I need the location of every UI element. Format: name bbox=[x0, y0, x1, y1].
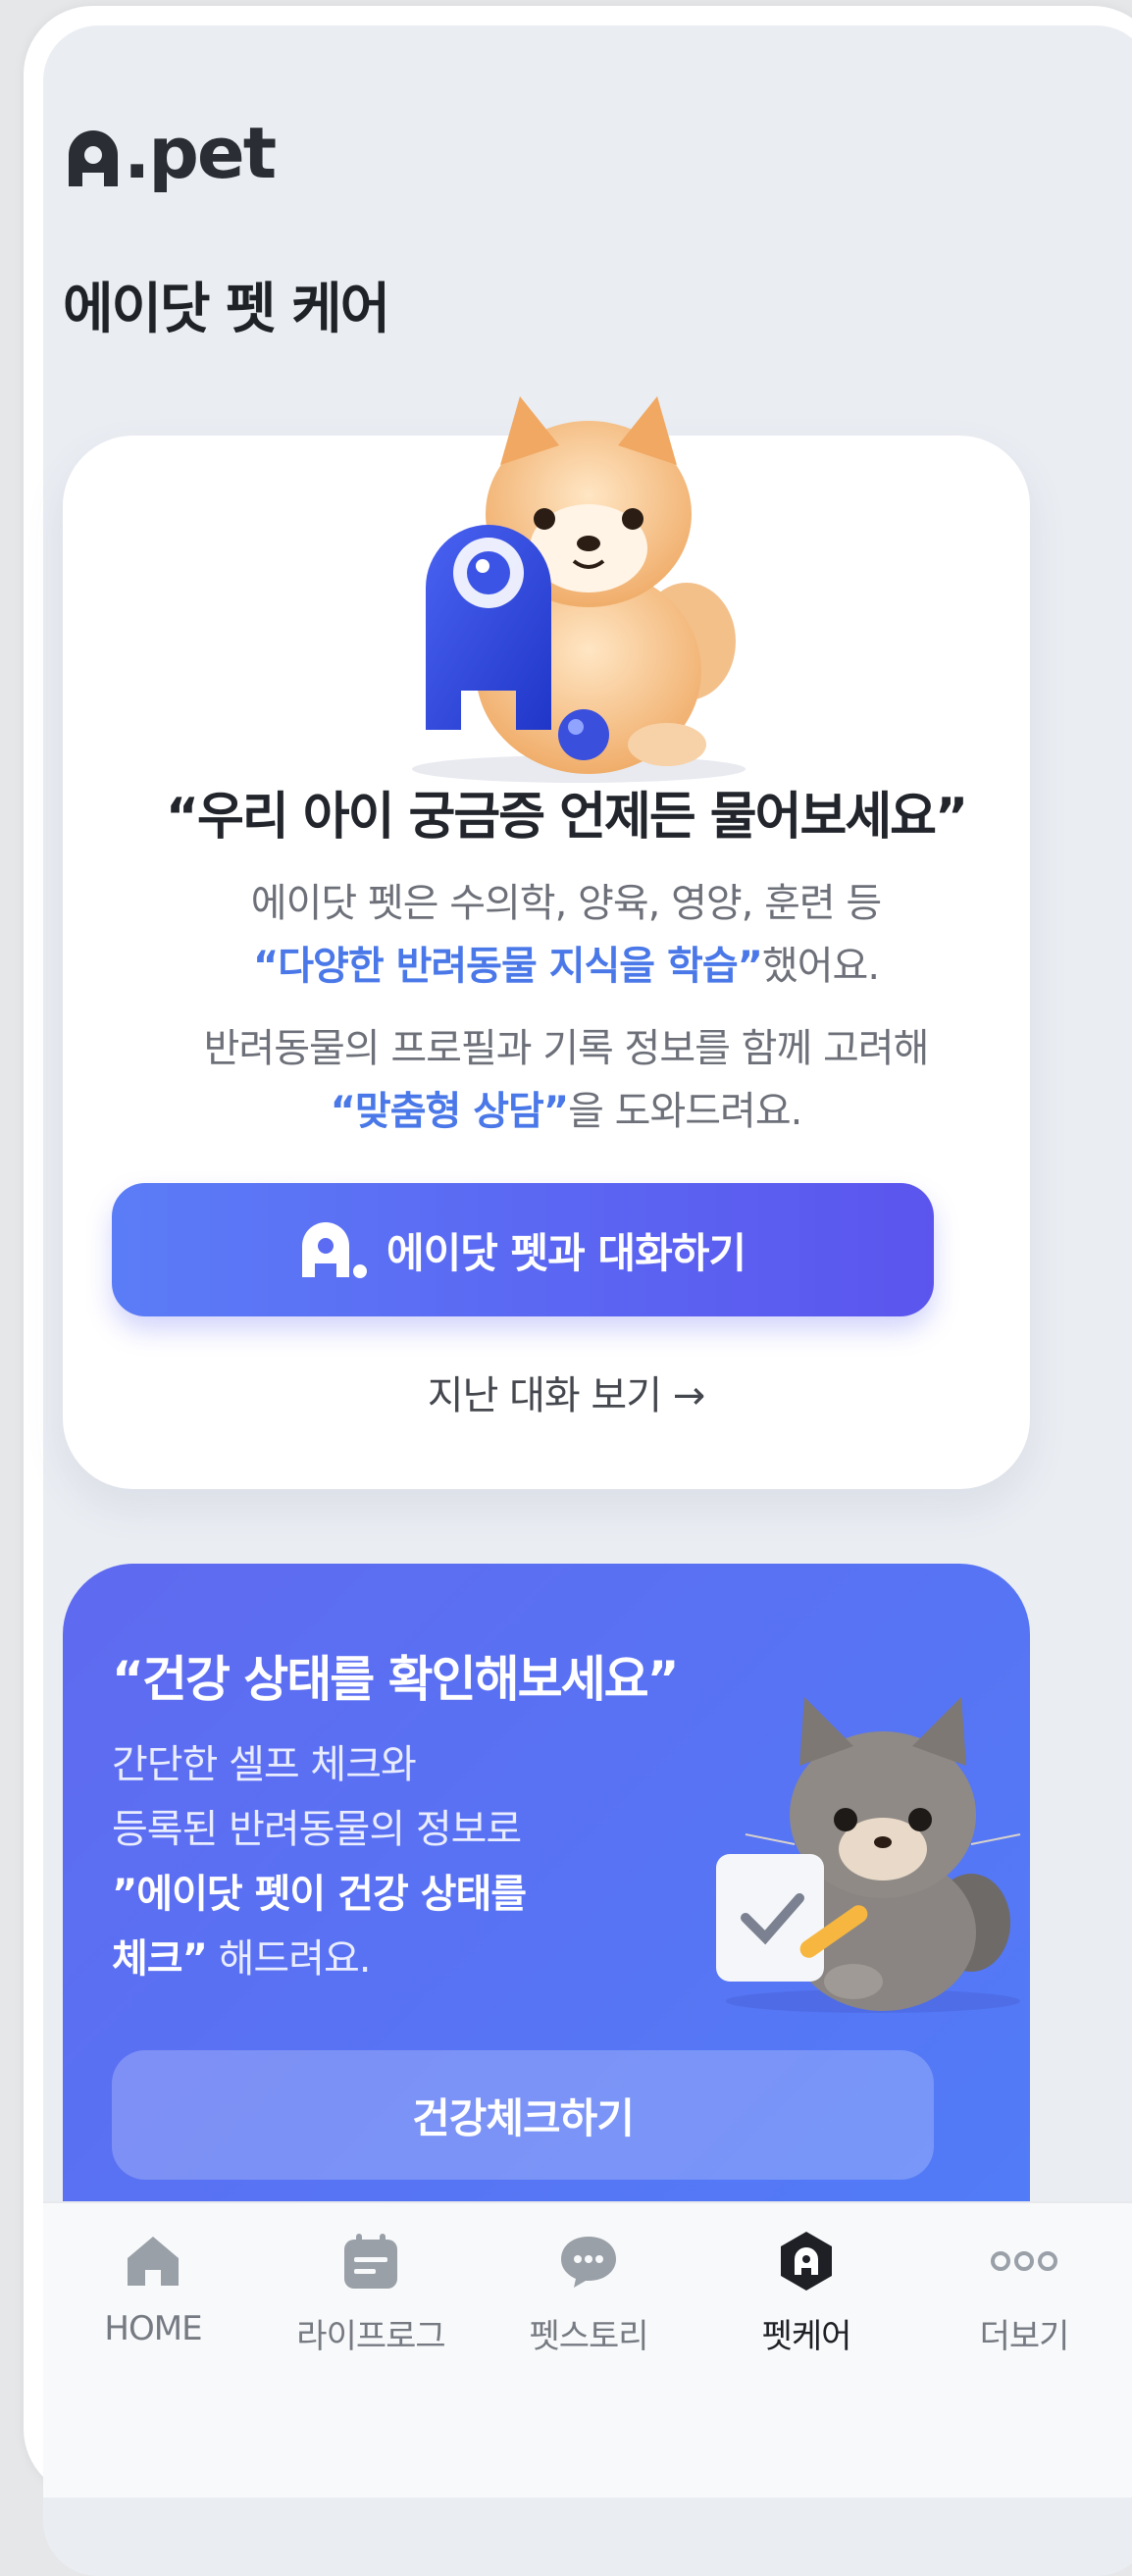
lifelog-icon bbox=[273, 2227, 469, 2295]
tab-petcare-label: 펫케어 bbox=[761, 2317, 852, 2356]
health-card-line4: 체크” 해드려요. bbox=[112, 1927, 622, 1991]
health-card-headline: “건강 상태를 확인해보세요” bbox=[112, 1651, 680, 1708]
health-card-line1: 간단한 셀프 체크와 bbox=[112, 1742, 417, 1787]
petcare-icon bbox=[708, 2227, 904, 2295]
page-title: 에이닷 펫 케어 bbox=[63, 278, 390, 341]
ai-card-line4: “맞춤형 상담”을 도와드려요. bbox=[0, 1079, 1132, 1136]
health-card-description: 간단한 셀프 체크와 등록된 반려동물의 정보로 ”에이닷 펫이 건강 상태를 … bbox=[112, 1732, 622, 1991]
health-card-line3: ”에이닷 펫이 건강 상태를 bbox=[112, 1862, 622, 1927]
tab-petstory-label: 펫스토리 bbox=[529, 2317, 648, 2356]
health-card-line4-bold: 체크” bbox=[112, 1936, 208, 1982]
ai-card-headline: “우리 아이 궁금증 언제든 물어보세요” bbox=[165, 788, 968, 847]
health-check-button[interactable]: 건강체크하기 bbox=[112, 2050, 934, 2180]
logo-wordmark: .pet bbox=[124, 112, 277, 194]
health-card-line4-rest: 해드려요. bbox=[206, 1936, 372, 1982]
bottom-tab-bar: HOME 라이프로그 펫스토리 펫케어 더보기 bbox=[43, 2201, 1132, 2498]
tab-lifelog[interactable]: 라이프로그 bbox=[273, 2227, 469, 2357]
ai-card-line2-highlight: “다양한 반려동물 지식을 학습” bbox=[252, 944, 763, 989]
chat-button-label: 에이닷 펫과 대화하기 bbox=[386, 1228, 746, 1277]
ai-card-line4-rest: 을 도와드려요. bbox=[568, 1089, 802, 1134]
tab-home[interactable]: HOME bbox=[55, 2227, 251, 2348]
chat-bubble-icon bbox=[490, 2227, 687, 2295]
apet-logo: .pet bbox=[65, 112, 277, 194]
ai-card-line4-highlight: “맞춤형 상담” bbox=[330, 1089, 570, 1134]
apet-logo-mark-icon bbox=[69, 130, 118, 186]
more-icon bbox=[926, 2227, 1122, 2295]
tab-more[interactable]: 더보기 bbox=[926, 2227, 1122, 2357]
tab-home-label: HOME bbox=[104, 2309, 202, 2348]
chat-with-apet-button[interactable]: 에이닷 펫과 대화하기 bbox=[112, 1183, 934, 1316]
apet-logo-icon bbox=[301, 1222, 367, 1278]
ai-card-line1: 에이닷 펫은 수의학, 양육, 영양, 훈련 등 bbox=[250, 881, 882, 926]
tab-lifelog-label: 라이프로그 bbox=[296, 2317, 445, 2356]
tab-petstory[interactable]: 펫스토리 bbox=[490, 2227, 687, 2357]
ai-card-line3: 반려동물의 프로필과 기록 정보를 함께 고려해 bbox=[203, 1026, 930, 1071]
tab-more-label: 더보기 bbox=[979, 2317, 1070, 2356]
dog-mascot-illustration bbox=[412, 396, 746, 783]
past-chats-link[interactable]: 지난 대화 보기 → bbox=[0, 1364, 1132, 1420]
ai-card-line2-rest: 했어요. bbox=[761, 944, 880, 989]
tab-petcare[interactable]: 펫케어 bbox=[708, 2227, 904, 2357]
health-card-line2: 등록된 반려동물의 정보로 bbox=[112, 1807, 522, 1852]
home-icon bbox=[55, 2227, 251, 2295]
health-card-line3-bold: ”에이닷 펫이 건강 상태를 bbox=[112, 1872, 527, 1917]
ai-card-line2: “다양한 반려동물 지식을 학습”했어요. bbox=[0, 934, 1132, 991]
cat-mascot-illustration bbox=[716, 1697, 1021, 2013]
